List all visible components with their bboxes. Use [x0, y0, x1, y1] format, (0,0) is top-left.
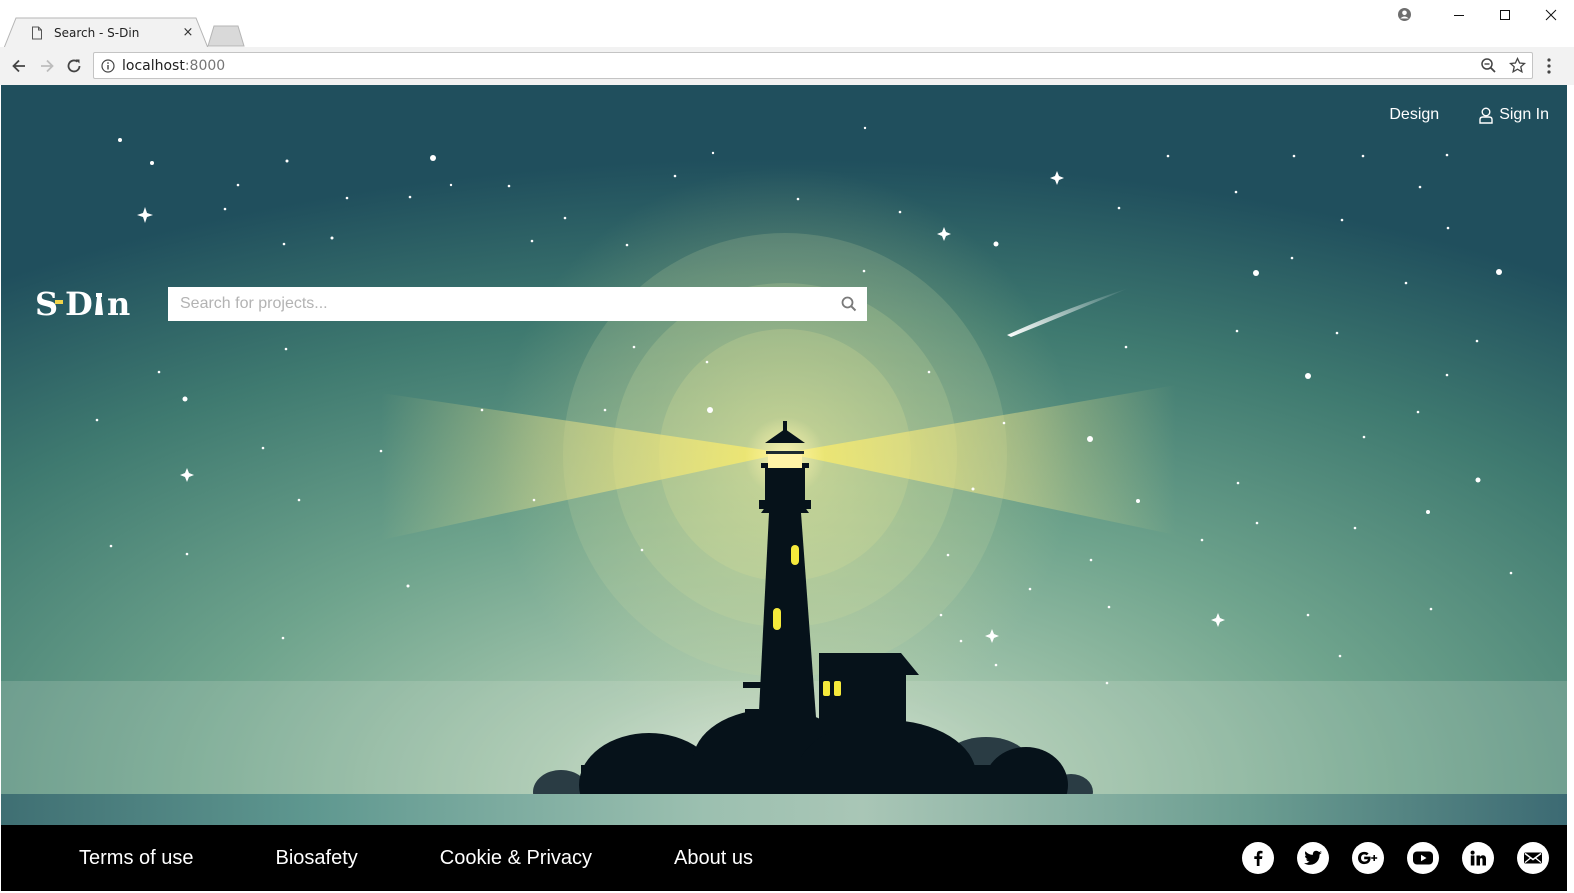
logo-text: S [35, 285, 58, 323]
site-logo[interactable]: S D n [35, 283, 135, 323]
new-tab-button[interactable] [207, 25, 245, 47]
page-icon [32, 26, 42, 39]
url-port: :8000 [184, 57, 226, 74]
maximize-button[interactable] [1482, 0, 1528, 30]
reload-icon [67, 59, 81, 73]
youtube-button[interactable] [1407, 842, 1439, 874]
facebook-button[interactable] [1242, 842, 1274, 874]
tab-title: Search - S-Din [54, 25, 140, 40]
about-us-link[interactable]: About us [674, 847, 753, 870]
tab-strip: Search - S-Din × [0, 0, 1574, 48]
more-menu-icon[interactable] [1542, 56, 1556, 76]
social-links [1242, 842, 1549, 874]
top-navigation: Design Sign In [1389, 106, 1549, 124]
browser-chrome: Search - S-Din × localhost:8000 [0, 0, 1574, 85]
maximize-icon [1500, 10, 1510, 20]
lamp-light [768, 454, 802, 468]
back-button[interactable] [8, 55, 30, 77]
google-plus-icon [1358, 851, 1378, 865]
email-button[interactable] [1517, 842, 1549, 874]
close-icon [1545, 9, 1557, 21]
email-icon [1524, 852, 1542, 864]
google-plus-button[interactable] [1352, 842, 1384, 874]
facebook-icon [1254, 850, 1263, 866]
hero-illustration [1, 85, 1567, 825]
info-icon[interactable] [101, 58, 115, 73]
search-icon [841, 296, 857, 312]
sign-in-label: Sign In [1499, 106, 1549, 123]
svg-text:n: n [107, 285, 130, 323]
address-bar[interactable]: localhost:8000 [93, 52, 1533, 79]
minimize-icon [1454, 15, 1464, 16]
page-viewport: Design Sign In S D n Ter [1, 85, 1567, 891]
logo-lighthouse [95, 297, 103, 315]
address-bar-actions [1480, 57, 1526, 74]
search-bar [168, 287, 867, 321]
linkedin-button[interactable] [1462, 842, 1494, 874]
star-icon[interactable] [1509, 57, 1526, 74]
linkedin-icon [1470, 850, 1486, 866]
design-link[interactable]: Design [1389, 106, 1439, 124]
s-din-logo: S D n [35, 285, 130, 323]
window-controls [1436, 0, 1574, 30]
zoom-out-icon[interactable] [1480, 57, 1497, 74]
url-host: localhost [122, 57, 185, 74]
forward-button[interactable] [36, 55, 58, 77]
sign-in-link[interactable]: Sign In [1479, 106, 1549, 124]
reload-button[interactable] [63, 55, 85, 77]
logo-dash [55, 300, 63, 304]
biosafety-link[interactable]: Biosafety [275, 847, 357, 870]
arrow-left-icon [12, 59, 25, 73]
user-icon [1479, 107, 1493, 124]
search-button[interactable] [831, 287, 867, 321]
footer-links: Terms of use Biosafety Cookie & Privacy … [79, 825, 835, 891]
terms-of-use-link[interactable]: Terms of use [79, 847, 193, 870]
twitter-button[interactable] [1297, 842, 1329, 874]
footer: Terms of use Biosafety Cookie & Privacy … [1, 825, 1567, 891]
profile-icon[interactable] [1397, 7, 1412, 22]
browser-tab[interactable]: Search - S-Din × [14, 18, 202, 47]
tab-close-icon[interactable]: × [180, 25, 196, 40]
browser-toolbar: localhost:8000 [0, 47, 1574, 85]
minimize-button[interactable] [1436, 0, 1482, 30]
cookie-privacy-link[interactable]: Cookie & Privacy [440, 847, 592, 870]
svg-text:D: D [65, 285, 93, 323]
search-input[interactable] [168, 287, 831, 321]
close-window-button[interactable] [1528, 0, 1574, 30]
youtube-icon [1413, 851, 1433, 865]
twitter-icon [1304, 850, 1322, 865]
sea-strip [1, 794, 1567, 825]
arrow-right-icon [41, 59, 54, 73]
